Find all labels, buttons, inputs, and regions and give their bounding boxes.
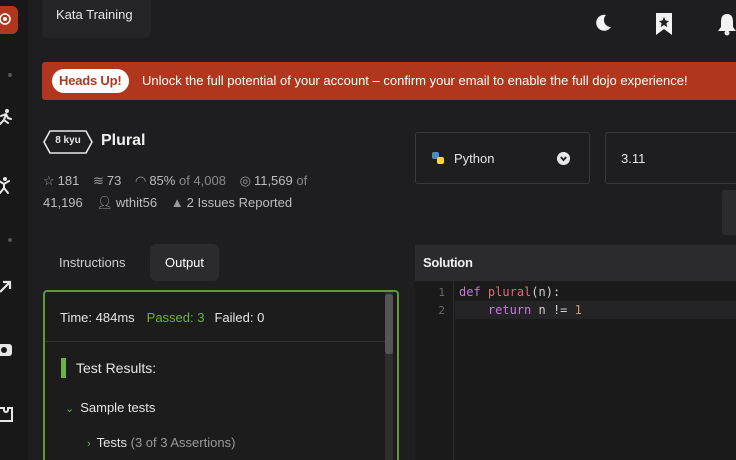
completed-stat: ◎ 11,569 of [240, 173, 308, 188]
target-icon: ◎ [239, 173, 251, 188]
satisfaction-value: 85% [149, 173, 176, 188]
tests-group[interactable]: › Tests (3 of 3 Assertions) [87, 435, 235, 450]
output-panel: Time: 484ms Passed: 3 Failed: 0 Test Resul… [43, 290, 399, 460]
gauge-icon: ◠ [134, 173, 147, 188]
completed-of: of [296, 173, 308, 188]
layers-icon: ≋ [92, 173, 104, 188]
moon-icon[interactable] [592, 12, 614, 36]
version-select[interactable]: 3.11 [605, 132, 736, 184]
code-editor[interactable]: 1 2 def plural(n): return n != 1 [415, 281, 736, 460]
sidebar-separator [8, 238, 12, 242]
satisfaction-votes: of 4,008 [178, 173, 226, 188]
running-person-icon[interactable] [0, 108, 14, 126]
keyword: def [459, 285, 481, 299]
issues-label: 2 Issues Reported [186, 195, 293, 210]
language-label: Python [454, 151, 495, 166]
bookmark-star-icon[interactable] [653, 12, 675, 36]
kata-title: Plural [101, 132, 146, 149]
code-text: (n): [531, 285, 561, 299]
chevron-down-icon: ⌄ [65, 403, 75, 415]
warning-icon: ▲ [170, 195, 184, 210]
star-icon: ☆ [43, 173, 55, 188]
language-select[interactable]: Python [415, 132, 590, 184]
passed-label: Passed: 3 [146, 310, 205, 325]
rank-label: 8 kyu [55, 135, 81, 146]
solution-header: Solution [415, 245, 736, 281]
chevron-right-icon: › [87, 438, 91, 450]
code-line-1[interactable]: def plural(n): [459, 285, 560, 299]
scrollbar-thumb[interactable] [385, 294, 393, 354]
issues-stat[interactable]: ▲ 2 Issues Reported [171, 195, 292, 210]
collections-count: 73 [106, 173, 122, 188]
code-line-2[interactable]: return n != 1 [459, 303, 582, 317]
failed-label: Failed: 0 [214, 310, 265, 325]
tests-label: Tests [96, 435, 128, 450]
external-link-icon[interactable] [0, 278, 14, 296]
codewars-logo-icon[interactable] [0, 6, 18, 34]
kata-stats: ☆ 181 ≋ 73 ◠ 85% of 4,008 ◎ 11,569 of 41,196… [43, 170, 363, 214]
solution-title: Solution [423, 255, 473, 270]
line-gutter: 1 2 [415, 281, 454, 460]
function-name: plural [487, 285, 532, 299]
sidebar-separator [8, 73, 12, 77]
tab-instructions[interactable]: Instructions [44, 244, 140, 281]
divider [45, 341, 385, 342]
user-icon: 👤︎ [96, 195, 113, 210]
chat-icon[interactable] [0, 342, 14, 360]
time-label: Time: 484ms [60, 310, 135, 325]
completed-count: 11,569 [253, 173, 293, 188]
chevron-down-icon [557, 152, 570, 165]
completed-total: 41,196 [43, 195, 83, 210]
collections-stat[interactable]: ≋ 73 [93, 173, 121, 188]
kata-training-label: Kata Training [56, 7, 133, 22]
sample-tests-group[interactable]: ⌄ Sample tests [65, 400, 155, 415]
python-icon [432, 152, 444, 164]
code-text: n != [531, 303, 575, 317]
kata-training-tab[interactable]: Kata Training [42, 0, 151, 38]
bell-icon[interactable] [716, 12, 736, 36]
output-scrollbar[interactable] [385, 292, 393, 460]
panel-toggle-handle[interactable] [722, 190, 736, 235]
author-name: wthit56 [115, 195, 158, 210]
results-indicator [61, 358, 66, 378]
puzzle-icon[interactable] [0, 405, 14, 423]
assertions-count: (3 of 3 Assertions) [130, 435, 236, 450]
line-number: 1 [438, 286, 445, 299]
line-number: 2 [438, 304, 445, 317]
version-label: 3.11 [621, 151, 646, 166]
test-results-label: Test Results: [76, 360, 157, 376]
email-confirm-banner: Heads Up! Unlock the full potential of y… [42, 62, 736, 100]
author-stat[interactable]: 👤︎ wthit56 [96, 195, 157, 210]
rank-badge: 8 kyu [43, 130, 93, 154]
satisfaction-stat: ◠ 85% of 4,008 [135, 173, 226, 188]
test-summary: Time: 484ms Passed: 3 Failed: 0 [60, 310, 264, 325]
keyword: return [487, 303, 532, 317]
number-literal: 1 [574, 303, 582, 317]
stars-stat[interactable]: ☆ 181 [43, 173, 79, 188]
tab-output[interactable]: Output [150, 244, 220, 281]
sidebar [0, 0, 28, 460]
martial-arts-icon[interactable] [0, 176, 14, 194]
sample-tests-label: Sample tests [80, 400, 156, 415]
banner-message[interactable]: Unlock the full potential of your accoun… [142, 73, 688, 88]
heads-up-badge: Heads Up! [52, 69, 129, 93]
stars-count: 181 [57, 173, 80, 188]
